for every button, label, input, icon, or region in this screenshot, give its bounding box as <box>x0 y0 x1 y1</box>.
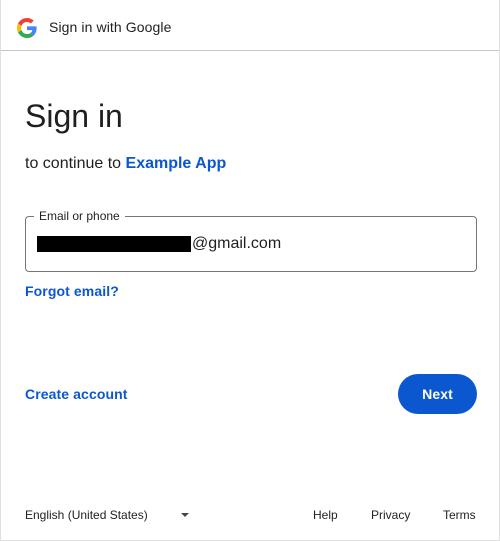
next-button[interactable]: Next <box>398 374 477 414</box>
email-field[interactable]: Email or phone @gmail.com <box>25 209 477 272</box>
dropdown-arrow-icon <box>180 513 189 517</box>
sign-in-page: Sign in with Google Sign in to continue … <box>0 0 500 541</box>
continue-text: to continue to Example App <box>25 154 226 174</box>
header-title: Sign in with Google <box>49 19 172 35</box>
forgot-email-link[interactable]: Forgot email? <box>25 283 119 299</box>
top-bar: Sign in with Google <box>1 0 499 51</box>
email-domain: @gmail.com <box>192 235 282 252</box>
continue-prefix: to continue to <box>25 155 126 172</box>
email-field-value[interactable]: @gmail.com <box>37 234 281 254</box>
create-account-link[interactable]: Create account <box>25 386 128 402</box>
language-label: English (United States) <box>25 508 148 522</box>
email-field-label: Email or phone <box>34 209 125 223</box>
footer: English (United States) Help Privacy Ter… <box>1 508 499 526</box>
redacted-username <box>37 236 191 252</box>
app-name-link[interactable]: Example App <box>126 155 227 172</box>
privacy-link[interactable]: Privacy <box>371 508 410 522</box>
language-selector[interactable]: English (United States) <box>25 508 189 522</box>
page-title: Sign in <box>25 98 123 134</box>
help-link[interactable]: Help <box>313 508 338 522</box>
google-g-icon <box>17 18 37 38</box>
terms-link[interactable]: Terms <box>443 508 476 522</box>
